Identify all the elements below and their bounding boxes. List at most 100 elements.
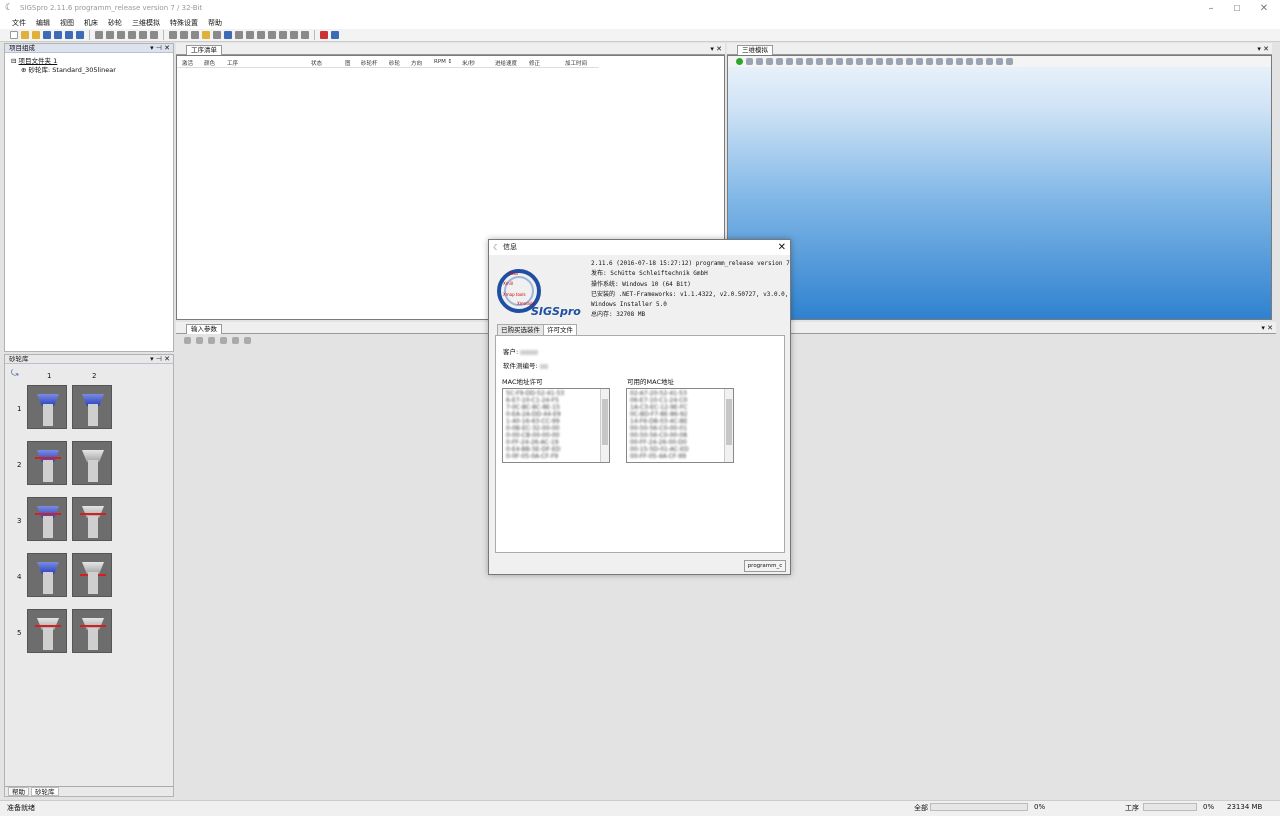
panel-controls[interactable]: ▾ ✕ (1257, 45, 1269, 53)
list-item[interactable]: 14-F6-D8-03-4C-BE (630, 418, 730, 425)
panel-controls[interactable]: ▾ ✕ (1261, 324, 1273, 332)
list-item[interactable]: 1A-C3-EC-12-9E-FC (630, 404, 730, 411)
formula-icon[interactable] (196, 337, 203, 344)
scrollbar-thumb[interactable] (726, 399, 732, 445)
column-header[interactable]: 进给速度 (495, 59, 517, 67)
zoom-fit-icon[interactable] (876, 58, 883, 65)
wheel-edit-icon[interactable] (331, 31, 339, 39)
list-item[interactable]: 7-0C-BC-8C-8E-15 (506, 404, 606, 411)
section-icon[interactable] (896, 58, 903, 65)
menu-3d-sim[interactable]: 三维模拟 (127, 17, 165, 29)
chart-alt-icon[interactable] (916, 58, 923, 65)
stop-icon[interactable] (766, 58, 773, 65)
camera-icon[interactable] (956, 58, 963, 65)
column-header[interactable]: 修正 (529, 59, 540, 67)
menu-machine[interactable]: 机床 (79, 17, 103, 29)
arrow-left-icon[interactable] (224, 31, 232, 39)
view-side-icon[interactable] (796, 58, 803, 65)
menu-help[interactable]: 帮助 (203, 17, 227, 29)
forward-icon[interactable] (756, 58, 763, 65)
flag-icon[interactable] (169, 31, 177, 39)
column-header[interactable]: 图 (345, 59, 351, 67)
refresh-icon[interactable] (232, 337, 239, 344)
list-alt-icon[interactable] (246, 31, 254, 39)
play-icon[interactable] (736, 58, 743, 65)
wheel-tool-icon[interactable]: ⤿ (11, 369, 19, 379)
list-item[interactable]: 0C-BD-F7-8E-86-92 (630, 411, 730, 418)
maximize-button[interactable]: ☐ (1224, 2, 1250, 15)
move-bottom-icon[interactable] (128, 31, 136, 39)
scrollbar[interactable] (600, 389, 609, 462)
pen-icon[interactable] (986, 58, 993, 65)
close-button[interactable]: ✕ (1251, 2, 1277, 15)
wheel-thumbnail[interactable] (27, 441, 67, 485)
scrollbar-thumb[interactable] (602, 399, 608, 445)
column-header[interactable]: 工序 (227, 59, 238, 67)
layers-icon[interactable] (966, 58, 973, 65)
menu-edit[interactable]: 编辑 (31, 17, 55, 29)
list-item[interactable]: 0-E4-BB-5E-DF-ED (506, 446, 606, 453)
column-header[interactable]: 砂轮杆 (361, 59, 378, 67)
panel-controls[interactable]: ▾ ✕ (710, 45, 722, 53)
tab-input-parameters[interactable]: 输入参数 (186, 324, 222, 334)
brush-icon[interactable] (202, 31, 210, 39)
open-icon[interactable] (21, 31, 29, 39)
tool-icon[interactable] (191, 31, 199, 39)
paste-icon[interactable] (150, 31, 158, 39)
wheel-thumbnail[interactable] (72, 497, 112, 541)
column-header[interactable]: RPM ↕ (434, 59, 452, 65)
wheel-thumbnail[interactable] (27, 497, 67, 541)
move-up-icon[interactable] (106, 31, 114, 39)
tab-help[interactable]: 帮助 (8, 787, 29, 796)
settings-icon[interactable] (936, 58, 943, 65)
menu-view[interactable]: 视图 (55, 17, 79, 29)
wheel-thumbnail[interactable] (72, 441, 112, 485)
list-icon[interactable] (235, 31, 243, 39)
column-header[interactable]: 砂轮 (389, 59, 400, 67)
move-icon[interactable] (846, 58, 853, 65)
minimize-button[interactable]: – (1198, 2, 1224, 15)
wheel-thumbnail[interactable] (27, 385, 67, 429)
star-icon[interactable] (220, 337, 227, 344)
wheel-thumbnail[interactable] (72, 553, 112, 597)
tab-operations[interactable]: 工序清单 (186, 45, 222, 55)
wheel-thumbnail[interactable] (72, 385, 112, 429)
move-top-icon[interactable] (95, 31, 103, 39)
list-item[interactable]: 00-FF-05-4A-CF-99 (630, 453, 730, 460)
list-item[interactable]: 0-0F-05-0A-CF-F9 (506, 453, 606, 460)
chart-icon[interactable] (906, 58, 913, 65)
step-icon[interactable] (746, 58, 753, 65)
list-item[interactable]: 5C-F9-DD-52-41-53 (506, 390, 606, 397)
view-iso-icon[interactable] (816, 58, 823, 65)
open-folder-icon[interactable] (32, 31, 40, 39)
chart-line-icon[interactable] (1006, 58, 1013, 65)
delete-icon[interactable] (184, 337, 191, 344)
align-icon[interactable] (257, 31, 265, 39)
layers-alt-icon[interactable] (279, 31, 287, 39)
list-item[interactable]: 00-50-56-C0-00-08 (630, 432, 730, 439)
column-header[interactable]: 加工时间 (565, 59, 587, 67)
globe-icon[interactable] (180, 31, 188, 39)
move-down-icon[interactable] (117, 31, 125, 39)
link-icon[interactable] (244, 337, 251, 344)
column-header[interactable]: 激活 (182, 59, 193, 67)
panel-controls[interactable]: ▾ ⊣ ✕ (150, 44, 170, 53)
layout-icon[interactable] (290, 31, 298, 39)
tab-wheel-library[interactable]: 砂轮库 (31, 787, 59, 796)
menu-wheel[interactable]: 砂轮 (103, 17, 127, 29)
program-button[interactable]: programm_c (744, 560, 786, 572)
print-icon[interactable] (76, 31, 84, 39)
rotate-icon[interactable] (826, 58, 833, 65)
menu-file[interactable]: 文件 (7, 17, 31, 29)
save-all-icon[interactable] (65, 31, 73, 39)
column-header[interactable]: 方向 (411, 59, 422, 67)
save-icon[interactable] (43, 31, 51, 39)
view-front-icon[interactable] (786, 58, 793, 65)
grid-icon[interactable] (926, 58, 933, 65)
list-item[interactable]: 02-A7-20-52-41-53 (630, 390, 730, 397)
column-header[interactable]: 状态 (311, 59, 322, 67)
list-item[interactable]: 06-E7-10-C1-24-C0 (630, 397, 730, 404)
save-as-icon[interactable] (54, 31, 62, 39)
wheel-thumbnail[interactable] (72, 609, 112, 653)
zoom-out-icon[interactable] (866, 58, 873, 65)
